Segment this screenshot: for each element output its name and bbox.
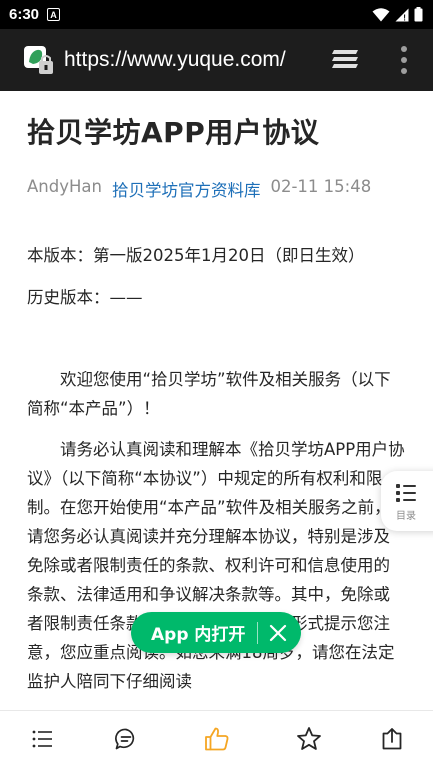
status-icons: ! (372, 7, 423, 22)
author-name[interactable]: AndyHan (27, 177, 102, 201)
welcome-paragraph: 欢迎您使用“拾贝学坊”软件及相关服务（以下简称“本产品”）！ (27, 370, 391, 418)
article-meta: AndyHan 拾贝学坊官方资料库 02-11 15:48 (27, 177, 371, 201)
svg-text:!: ! (403, 13, 406, 22)
bottom-toolbar (0, 710, 433, 769)
toc-icon (396, 483, 416, 502)
share-icon[interactable] (378, 725, 406, 753)
open-in-app-banner[interactable]: App 内打开 (131, 612, 301, 653)
more-menu-icon[interactable] (396, 45, 412, 75)
status-time: 6:30 (9, 6, 40, 23)
like-icon[interactable] (203, 725, 231, 753)
group-link[interactable]: 拾贝学坊官方资料库 (112, 177, 261, 201)
battery-icon (414, 7, 423, 22)
comment-icon[interactable] (112, 725, 140, 753)
tabs-icon[interactable] (330, 47, 362, 73)
version-line: 本版本：第一版2025年1月20日（即日生效） (27, 246, 365, 265)
list-icon[interactable] (28, 725, 56, 753)
close-icon[interactable] (268, 623, 288, 643)
agreement-paragraph: 请务必认真阅读和理解本《拾贝学坊APP用户协议》（以下简称“本协议”）中规定的所… (27, 440, 405, 691)
site-favicon-icon (22, 44, 54, 76)
open-in-app-button[interactable]: App 内打开 (131, 620, 245, 645)
url-field[interactable]: https://www.yuque.com/ (64, 48, 286, 72)
status-bar: 6:30 A ! (0, 0, 433, 29)
toc-label: 目录 (396, 510, 416, 522)
toc-button[interactable]: 目录 (381, 471, 433, 531)
star-icon[interactable] (295, 725, 323, 753)
wifi-icon (372, 7, 390, 21)
notification-icon: A (47, 8, 61, 21)
signal-icon: ! (395, 8, 409, 22)
publish-time: 02-11 15:48 (270, 177, 372, 196)
banner-divider (257, 621, 259, 644)
history-version-line: 历史版本：—— (27, 288, 143, 307)
article-title: 拾贝学坊APP用户协议 (27, 116, 320, 149)
browser-toolbar: https://www.yuque.com/ (0, 29, 433, 91)
